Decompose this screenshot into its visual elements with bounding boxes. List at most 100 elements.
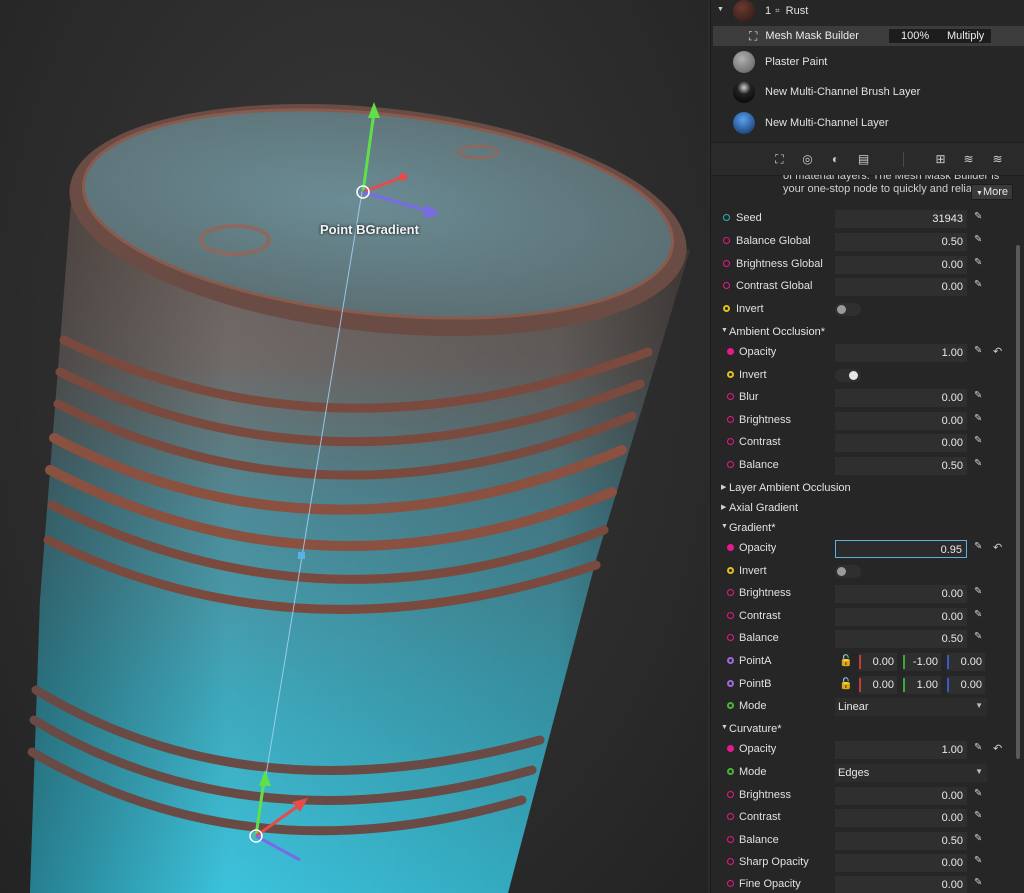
point-a-y-field[interactable]: -1.00 [903,653,941,671]
prop-value: 0.00 [872,656,894,668]
contrast-icon[interactable]: ◐ [829,153,842,166]
add-folder-icon[interactable]: ⊞ [934,153,947,166]
pencil-icon[interactable]: ✎ [974,212,984,222]
pencil-icon[interactable]: ✎ [974,878,984,888]
book-icon[interactable]: ▤ [857,153,870,166]
point-a-z-field[interactable]: 0.00 [947,653,985,671]
seed-field[interactable]: 31943 [835,210,967,228]
gradient-midpoint-handle[interactable] [298,552,305,559]
ao-invert-toggle[interactable] [835,369,861,382]
layer-brush[interactable]: New Multi-Channel Brush Layer [711,77,1024,107]
ao-balance-field[interactable]: 0.50 [835,457,967,475]
pencil-icon[interactable]: ✎ [974,258,984,268]
ao-brightness-field[interactable]: 0.00 [835,412,967,430]
section-ambient-occlusion[interactable]: ▼ Ambient Occlusion* [711,322,1011,342]
layer-multi-channel[interactable]: New Multi-Channel Layer [711,108,1024,138]
ao-opacity-field[interactable]: 1.00 [835,344,967,362]
prop-label: PointA [739,655,772,667]
mask-opacity: 100% [901,30,930,42]
prop-gradient-point-b: PointB 🔓 0.00 1.00 0.00 [711,674,1011,696]
gradient-contrast-field[interactable]: 0.00 [835,608,967,626]
prop-label: Mode [739,700,767,712]
collapse-arrow-icon[interactable]: ▼ [717,6,724,13]
crop-icon[interactable]: ⛶ [773,153,786,166]
reset-icon[interactable]: ↶ [993,345,1007,358]
prop-ao-balance: Balance 0.50 ✎ [711,455,1011,477]
3d-viewport[interactable]: Point BGradient [0,0,708,893]
prop-gradient-opacity: Opacity 0.95 ✎ ↶ [711,538,1011,560]
contrast-global-field[interactable]: 0.00 [835,278,967,296]
x-axis-marker [859,655,861,669]
brightness-global-field[interactable]: 0.00 [835,256,967,274]
mask-builder-row[interactable]: ⛶ Mesh Mask Builder 100% Multiply [713,26,1024,46]
layer-rust[interactable]: ▼ 1 ⌗ Rust [711,0,1024,26]
prop-label: Balance [739,632,779,644]
pencil-icon[interactable]: ✎ [974,280,984,290]
pencil-icon[interactable]: ✎ [974,391,984,401]
gradient-opacity-field[interactable]: 0.95 [835,540,967,558]
yellow-dot-icon [727,567,734,574]
point-a-x-field[interactable]: 0.00 [859,653,897,671]
curv-contrast-field[interactable]: 0.00 [835,809,967,827]
stack-alt-icon[interactable]: ≋ [991,153,1004,166]
gradient-invert-toggle[interactable] [835,565,861,578]
curv-sharp-opacity-field[interactable]: 0.00 [835,854,967,872]
reset-icon[interactable]: ↶ [993,541,1007,554]
curv-opacity-field[interactable]: 1.00 [835,741,967,759]
prop-brightness-global: Brightness Global 0.00 ✎ [711,254,1011,276]
pencil-icon[interactable]: ✎ [974,235,984,245]
section-title: Axial Gradient [729,502,799,514]
curv-fine-opacity-field[interactable]: 0.00 [835,876,967,893]
section-curvature[interactable]: ▼ Curvature* [711,719,1011,739]
prop-value: 0.95 [940,544,962,556]
balance-global-field[interactable]: 0.50 [835,233,967,251]
layer-name: Rust [785,5,809,17]
gradient-brightness-field[interactable]: 0.00 [835,585,967,603]
prop-label: Sharp Opacity [739,856,809,868]
pencil-icon[interactable]: ✎ [974,811,984,821]
layer-plaster-paint[interactable]: Plaster Paint [711,47,1024,77]
lock-icon[interactable]: 🔓 [839,677,853,690]
gradient-balance-field[interactable]: 0.50 [835,630,967,648]
gradient-mode-select[interactable]: Linear ▼ [835,698,987,716]
pencil-icon[interactable]: ✎ [974,789,984,799]
prop-seed: Seed 31943 ✎ [711,208,1011,230]
select-value: Edges [838,767,870,779]
point-b-x-field[interactable]: 0.00 [859,676,897,694]
invert-global-toggle[interactable] [835,303,861,316]
section-layer-ao[interactable]: ▶ Layer Ambient Occlusion [711,478,1011,498]
curv-brightness-field[interactable]: 0.00 [835,787,967,805]
pencil-icon[interactable]: ✎ [974,542,984,552]
pencil-icon[interactable]: ✎ [974,436,984,446]
ao-contrast-field[interactable]: 0.00 [835,434,967,452]
pencil-icon[interactable]: ✎ [974,834,984,844]
pencil-icon[interactable]: ✎ [974,459,984,469]
pencil-icon[interactable]: ✎ [974,414,984,424]
more-button[interactable]: ▼More [971,184,1013,200]
prop-label: Fine Opacity [739,878,801,890]
pink-dot-icon [727,612,734,619]
stack-icon[interactable]: ≋ [962,153,975,166]
pencil-icon[interactable]: ✎ [974,743,984,753]
prop-value: 0.00 [941,281,963,293]
pencil-icon[interactable]: ✎ [974,632,984,642]
section-gradient[interactable]: ▼ Gradient* [711,518,1011,538]
pencil-icon[interactable]: ✎ [974,610,984,620]
point-b-z-field[interactable]: 0.00 [947,676,985,694]
pencil-icon[interactable]: ✎ [974,587,984,597]
prop-value: 0.50 [941,633,963,645]
curv-mode-select[interactable]: Edges ▼ [835,764,987,782]
teal-dot-icon [723,214,730,221]
pencil-icon[interactable]: ✎ [974,856,984,866]
panel-scrollbar[interactable] [1016,245,1020,759]
ao-blur-field[interactable]: 0.00 [835,389,967,407]
section-axial-gradient[interactable]: ▶ Axial Gradient [711,498,1011,518]
lock-icon[interactable]: 🔓 [839,654,853,667]
reset-icon[interactable]: ↶ [993,742,1007,755]
pencil-icon[interactable]: ✎ [974,346,984,356]
point-b-y-field[interactable]: 1.00 [903,676,941,694]
curv-balance-field[interactable]: 0.50 [835,832,967,850]
mask-opacity-blend[interactable]: 100% Multiply [889,29,991,43]
prop-value: 0.00 [960,656,982,668]
globe-icon[interactable]: ◎ [801,153,814,166]
